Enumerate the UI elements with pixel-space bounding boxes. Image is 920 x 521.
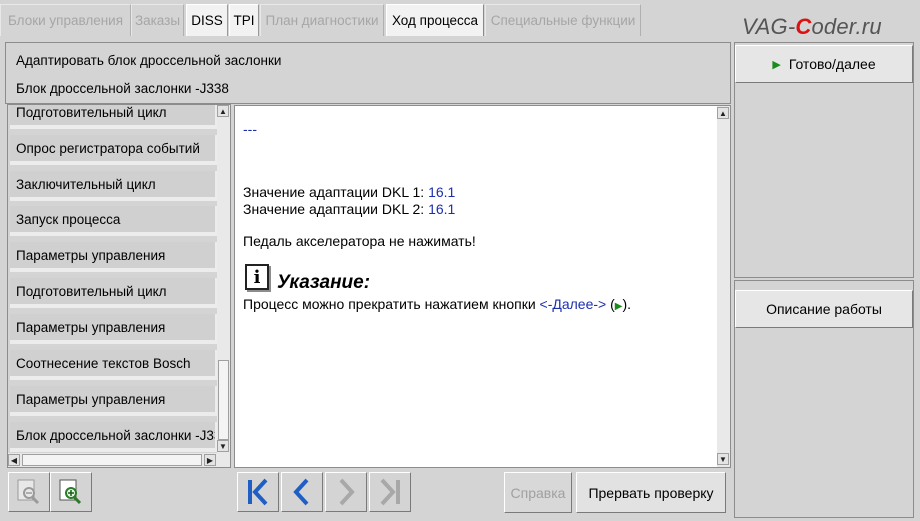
adaptation-value-dkl1: Значение адаптации DKL 1: 16.1 bbox=[243, 184, 455, 200]
next-button[interactable]: ▶ Готово/далее bbox=[735, 45, 913, 83]
vag-coder-logo: VAG-Coder.ru bbox=[742, 14, 882, 40]
process-content: --- Значение адаптации DKL 1: 16.1 Значе… bbox=[234, 105, 731, 468]
skip-last-icon bbox=[380, 478, 400, 506]
chevron-right-icon bbox=[339, 478, 355, 506]
control-unit-name: Блок дроссельной заслонки -J338 bbox=[16, 81, 229, 96]
first-step-button[interactable] bbox=[237, 472, 279, 512]
dkl1-label: Значение адаптации DKL 1: bbox=[243, 184, 429, 200]
list-item[interactable]: Блок дроссельной заслонки -J338 bbox=[10, 422, 218, 452]
scroll-down-icon[interactable]: ▼ bbox=[717, 453, 729, 465]
next-step-button[interactable] bbox=[325, 472, 367, 512]
note-text: Процесс можно прекратить нажатием кнопки… bbox=[243, 296, 631, 312]
content-dashes: --- bbox=[243, 121, 257, 137]
scroll-up-icon[interactable]: ▲ bbox=[717, 107, 729, 119]
zoom-out-icon bbox=[17, 479, 40, 505]
logo-accent: C bbox=[795, 14, 812, 39]
dkl2-value: 16.1 bbox=[428, 201, 456, 217]
tab-diagnostic-plan[interactable]: План диагностики bbox=[260, 4, 384, 36]
zoom-in-button[interactable] bbox=[50, 472, 92, 512]
next-button-label: Готово/далее bbox=[788, 56, 876, 72]
last-step-button[interactable] bbox=[369, 472, 411, 512]
list-vertical-scrollbar[interactable]: ▲ ▼ bbox=[217, 105, 230, 453]
list-hscroll-thumb[interactable] bbox=[22, 454, 202, 466]
tab-diss[interactable]: DISS bbox=[186, 4, 228, 36]
work-description-button[interactable]: Описание работы bbox=[735, 290, 913, 328]
scroll-right-icon[interactable]: ▶ bbox=[204, 454, 216, 466]
play-icon: ▶ bbox=[772, 58, 781, 71]
scroll-down-icon[interactable]: ▼ bbox=[217, 440, 229, 452]
tab-bar: Блоки управления Заказы DISS TPI План ди… bbox=[0, 0, 920, 40]
function-title: Адаптировать блок дроссельной заслонки bbox=[16, 53, 282, 68]
list-item[interactable]: Запуск процесса bbox=[10, 206, 218, 236]
list-item[interactable]: Опрос регистратора событий bbox=[10, 135, 218, 165]
list-item[interactable]: Параметры управления bbox=[10, 314, 218, 344]
process-steps-list: Подготовительный цикл Опрос регистратора… bbox=[7, 104, 231, 468]
list-horizontal-scrollbar[interactable]: ◀ ▶ bbox=[8, 453, 230, 467]
previous-step-button[interactable] bbox=[281, 472, 323, 512]
list-item[interactable]: Подготовительный цикл bbox=[10, 278, 218, 308]
zoom-in-icon bbox=[59, 479, 82, 505]
content-vertical-scrollbar[interactable]: ▲ ▼ bbox=[717, 106, 730, 467]
chevron-left-icon bbox=[293, 478, 309, 506]
logo-suffix: oder.ru bbox=[811, 14, 882, 39]
list-item[interactable]: Параметры управления bbox=[10, 242, 218, 272]
help-button[interactable]: Справка bbox=[504, 472, 572, 513]
scroll-left-icon[interactable]: ◀ bbox=[8, 454, 20, 466]
pedal-warning: Педаль акселератора не нажимать! bbox=[243, 233, 476, 249]
list-item[interactable]: Заключительный цикл bbox=[10, 171, 218, 201]
tab-tpi[interactable]: TPI bbox=[229, 4, 259, 36]
tab-process-progress[interactable]: Ход процесса bbox=[386, 4, 484, 36]
note-text-post: ( bbox=[606, 296, 615, 312]
tab-control-units[interactable]: Блоки управления bbox=[0, 4, 131, 36]
scroll-up-icon[interactable]: ▲ bbox=[217, 105, 229, 117]
tab-special-functions[interactable]: Специальные функции bbox=[485, 4, 641, 36]
dkl2-label: Значение адаптации DKL 2: bbox=[243, 201, 429, 217]
work-description-label: Описание работы bbox=[766, 301, 882, 317]
logo-prefix: VAG- bbox=[742, 14, 796, 39]
list-item[interactable]: Параметры управления bbox=[10, 386, 218, 416]
dkl1-value: 16.1 bbox=[428, 184, 456, 200]
zoom-out-button[interactable] bbox=[8, 472, 50, 512]
function-header: Адаптировать блок дроссельной заслонки Б… bbox=[5, 42, 731, 104]
list-item[interactable]: Соотнесение текстов Bosch bbox=[10, 350, 218, 380]
list-scroll-thumb[interactable] bbox=[218, 360, 229, 440]
abort-test-button[interactable]: Прервать проверку bbox=[576, 472, 726, 513]
adaptation-value-dkl2: Значение адаптации DKL 2: 16.1 bbox=[243, 201, 455, 217]
skip-first-icon bbox=[248, 478, 268, 506]
note-next-link[interactable]: <-Далее-> bbox=[540, 296, 607, 312]
tab-orders[interactable]: Заказы bbox=[131, 4, 184, 36]
note-title: Указание: bbox=[277, 272, 371, 293]
note-text-end: ). bbox=[622, 296, 632, 312]
note-text-pre: Процесс можно прекратить нажатием кнопки bbox=[243, 296, 540, 312]
list-item[interactable]: Подготовительный цикл bbox=[10, 105, 218, 129]
info-icon: i bbox=[245, 264, 269, 290]
